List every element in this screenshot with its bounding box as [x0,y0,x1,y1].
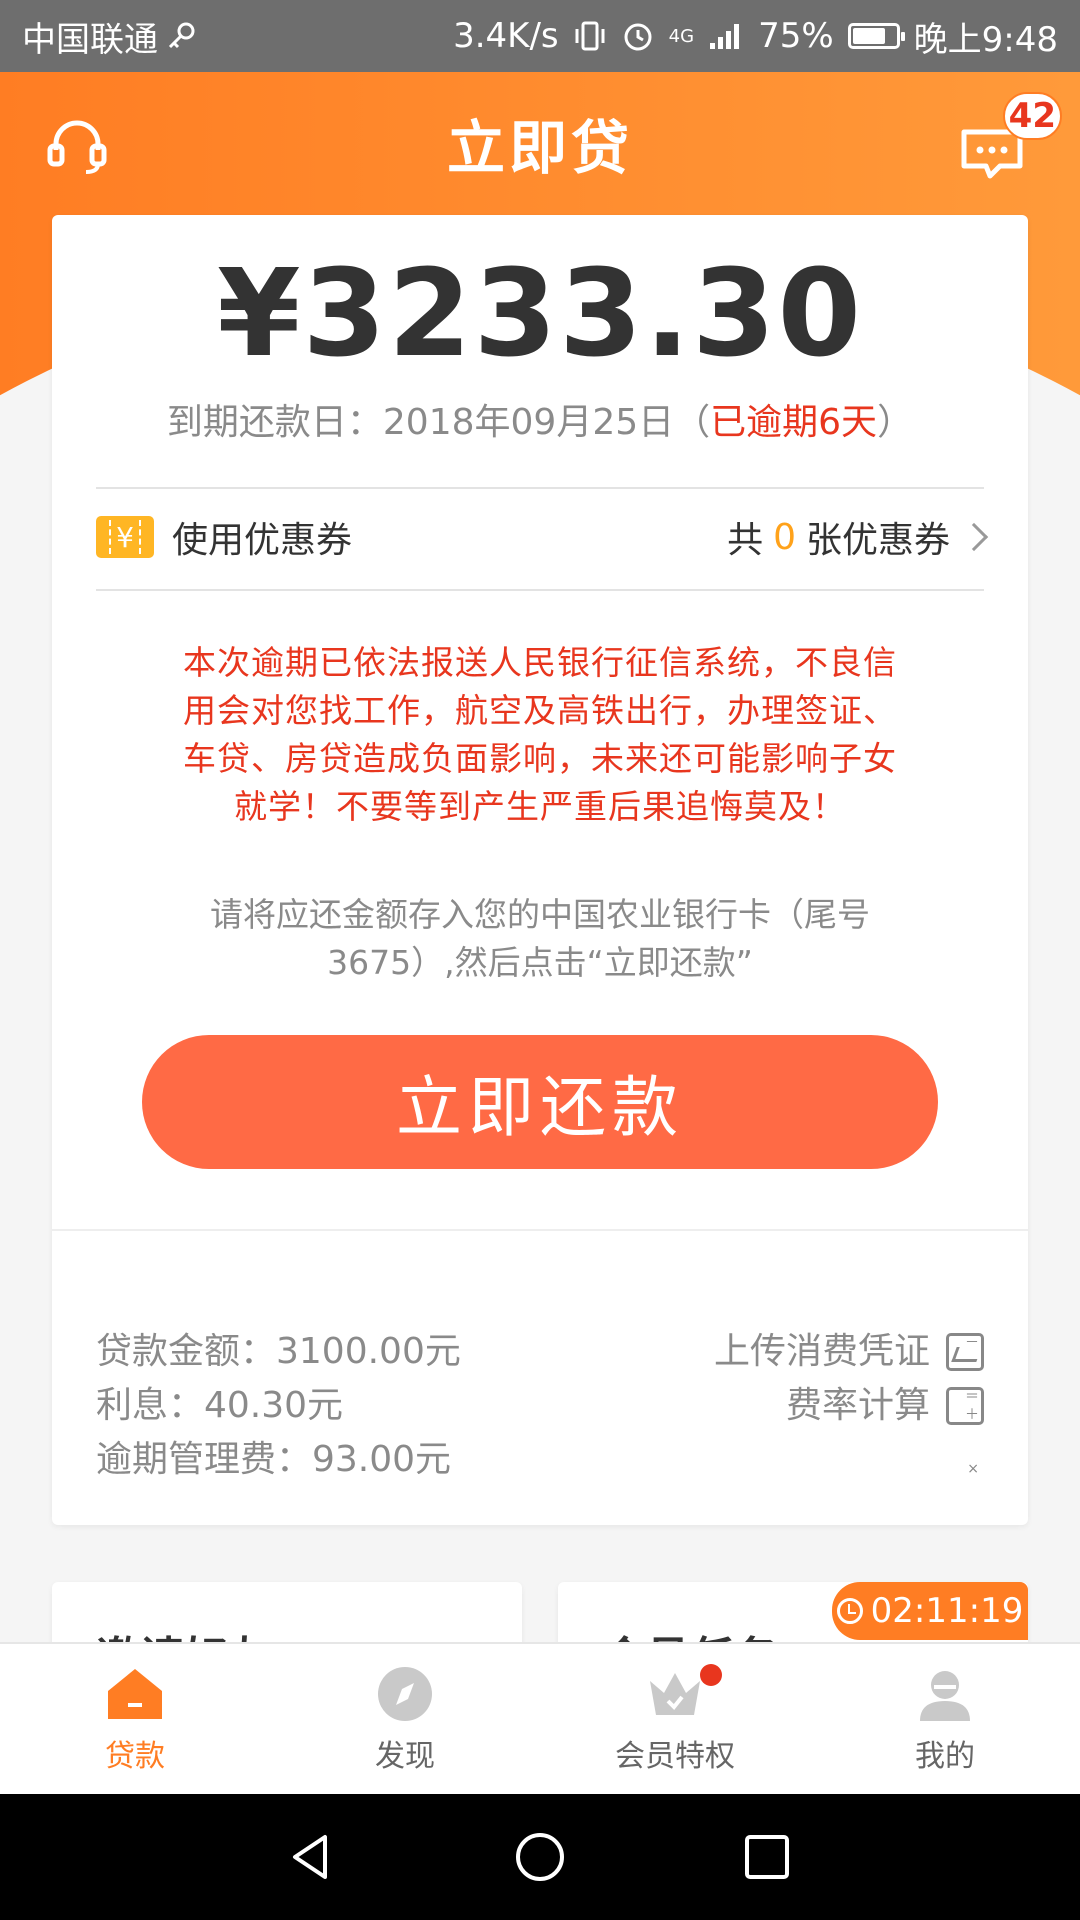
chevron-right-icon [959,522,989,552]
late-fee: 逾期管理费：93.00元 [96,1439,452,1480]
message-count-badge: 42 [1002,92,1062,140]
repayment-amount: ¥3233.30 [216,245,864,384]
notification-dot [700,1664,722,1686]
nav-discover[interactable]: 发现 [270,1644,540,1794]
loan-amount: 贷款金额：3100.00元 [96,1331,461,1372]
app-title: 立即贷 [446,114,633,182]
recents-icon[interactable] [739,1829,795,1885]
coupon-count-info: 共 0 张优惠券 [727,511,989,563]
nav-mine[interactable]: 我的 [810,1644,1080,1794]
use-coupon-row[interactable]: ¥ 使用优惠券 共 0 张优惠券 [96,487,989,587]
countdown-timer: 02:11:19 [832,1582,1028,1640]
clock-icon [836,1598,863,1624]
network-speed: 3.4K/s [453,16,559,56]
signal-icon [710,24,740,49]
upload-voucher-link[interactable]: 上传消费凭证 [714,1325,984,1379]
home-button-icon[interactable] [512,1829,568,1885]
detail-actions: 上传消费凭证 费率计算 [714,1316,984,1496]
overdue-warning: 本次逾期已依法报送人民银行征信系统，不良信用会对您找工作，航空及高铁出行，办理签… [183,643,897,826]
bottom-nav: 贷款 发现 会员特权 我的 [0,1642,1080,1794]
loan-details: 贷款金额：3100.00元 利息：40.30元 逾期管理费：93.00元 [96,1325,461,1487]
coupon-count-prefix: 共 [727,520,764,561]
repay-instruction: 请将应还金额存入您的中国农业银行卡（尾号3675）,然后点击“立即还款” [210,895,870,982]
divider [52,1229,1028,1231]
system-nav-bar [0,1794,1080,1920]
rate-calculator-link[interactable]: 费率计算 [714,1316,984,1496]
carrier-label: 中国联通 [22,19,158,60]
due-date-text: 到期还款日：2018年09月25日（ [166,402,711,443]
nav-loan[interactable]: 贷款 [0,1644,270,1794]
vibrate-icon [575,21,605,51]
calculator-icon [946,1316,984,1496]
clock-time: 晚上9:48 [913,19,1058,60]
nav-loan-label: 贷款 [105,1739,165,1774]
upload-voucher-label: 上传消费凭证 [713,1331,930,1372]
due-date: 到期还款日：2018年09月25日（已逾期6天） [52,393,1028,445]
compass-icon [378,1667,432,1721]
home-icon [108,1669,162,1719]
timer-value: 02:11:19 [870,1591,1024,1631]
user-icon [920,1671,970,1721]
due-date-suffix: ） [877,402,914,443]
signal-label: 4G [668,25,695,47]
top-bar: 立即贷 42 [0,72,1080,214]
back-icon[interactable] [285,1829,341,1885]
nav-member[interactable]: 会员特权 [540,1644,810,1794]
nav-discover-label: 发现 [375,1739,435,1774]
coupon-icon: ¥ [96,516,154,558]
repayment-card: ¥3233.30 到期还款日：2018年09月25日（已逾期6天） ¥ 使用优惠… [52,215,1028,1525]
battery-percent: 75% [758,16,834,56]
nav-mine-label: 我的 [915,1739,975,1774]
coupon-count: 0 [773,516,796,558]
coupon-label: 使用优惠券 [172,520,353,561]
nav-member-label: 会员特权 [615,1739,735,1774]
crown-icon [650,1673,700,1715]
key-icon [168,22,195,49]
divider [96,589,984,591]
repay-now-button[interactable]: 立即还款 [142,1035,938,1169]
status-bar: 中国联通 3.4K/s 4G 75% 晚上9:48 [0,0,1080,72]
rate-calculator-label: 费率计算 [785,1385,930,1426]
overdue-days: 已逾期6天 [710,402,878,443]
battery-icon [847,23,905,49]
alarm-icon [624,23,652,51]
interest: 利息：40.30元 [96,1385,344,1426]
coupon-count-suffix: 张优惠券 [805,520,950,561]
customer-service-icon[interactable] [46,116,108,178]
